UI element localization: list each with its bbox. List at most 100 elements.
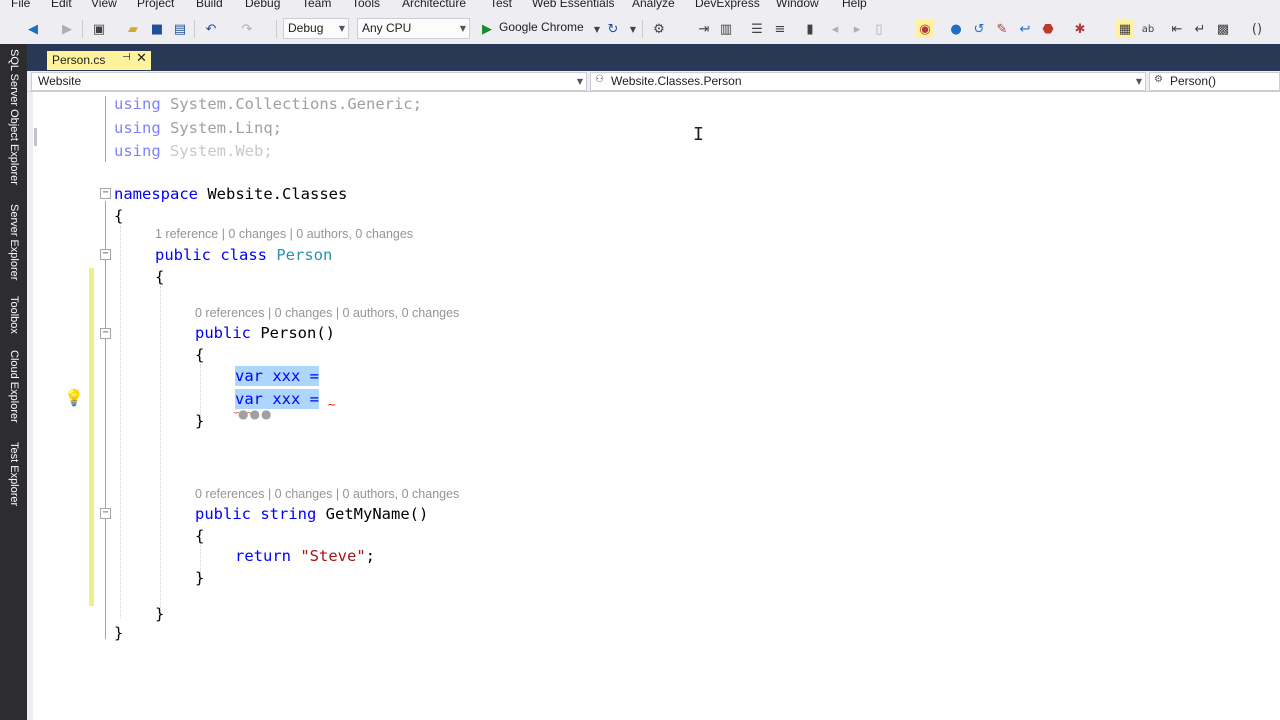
quick-action-dots-icon[interactable]: ●●● (238, 407, 272, 421)
enter-icon[interactable]: ↵ (1191, 20, 1209, 38)
bookmark-icon[interactable]: ▮ (801, 20, 819, 38)
using-line: using System.Web; (114, 141, 273, 161)
class-value: Website.Classes.Person (611, 74, 742, 88)
platform-value: Any CPU (362, 21, 412, 35)
menu-web-essentials[interactable]: Web Essentials (532, 0, 614, 10)
calendar-icon[interactable]: ▩ (1214, 20, 1232, 38)
step-back-icon[interactable]: ↩ (1016, 20, 1034, 38)
outline-icon[interactable]: ▥ (717, 20, 735, 38)
lightbulb-icon[interactable]: 💡 (64, 388, 84, 407)
pin-icon[interactable]: ⊣ (122, 52, 131, 63)
tab-person-cs[interactable]: Person.cs ⊣ ✕ (47, 51, 151, 70)
namespace-keyword: namespace (114, 185, 198, 203)
string-literal: "Steve" (300, 547, 366, 565)
method-keywords: public string (195, 505, 317, 523)
glasses-icon[interactable]: ◉ (916, 20, 934, 38)
collapse-method-icon[interactable]: − (100, 508, 111, 519)
menu-devexpress[interactable]: DevExpress (695, 0, 760, 10)
menu-help[interactable]: Help (842, 0, 867, 10)
diagram-icon[interactable]: ✱ (1071, 20, 1089, 38)
navigate-icon[interactable]: ● (947, 20, 965, 38)
class-name: Person (276, 246, 333, 264)
collapse-class-icon[interactable]: − (100, 249, 111, 260)
solution-tool-icon[interactable]: ⚙ (650, 20, 668, 38)
selected-code-line[interactable]: var xxx = (235, 366, 319, 386)
step-icon[interactable]: ⇥ (695, 20, 713, 38)
class-codelens[interactable]: 1 reference | 0 changes | 0 authors, 0 c… (155, 227, 413, 241)
wrap-icon[interactable]: ⇤ (1168, 20, 1186, 38)
comment-icon[interactable]: ≡ (771, 20, 789, 38)
class-dropdown[interactable]: ⚇ Website.Classes.Person ▼ (590, 72, 1146, 91)
method-name: GetMyName() (325, 505, 429, 523)
platform-dropdown[interactable]: Any CPU ▼ (357, 18, 470, 39)
chevron-down-icon[interactable]: ▼ (624, 20, 642, 38)
redo-icon[interactable]: ↷ (238, 20, 256, 38)
bookmark-next-icon[interactable]: ▸ (848, 20, 866, 38)
class-close-brace: } (155, 605, 165, 623)
menu-team[interactable]: Team (302, 0, 331, 10)
side-tab-cloud-explorer[interactable]: Cloud Explorer (8, 350, 20, 423)
chevron-down-icon: ▼ (1135, 77, 1142, 86)
forward-icon[interactable]: ▶ (58, 20, 76, 38)
side-tab-server-explorer[interactable]: Server Explorer (8, 204, 20, 280)
var-statement: var xxx = (235, 367, 319, 385)
menu-analyze[interactable]: Analyze (632, 0, 675, 10)
save-all-icon[interactable]: ▤ (171, 20, 189, 38)
stop-icon[interactable]: ⬣ (1039, 20, 1057, 38)
standard-toolbar: ◀ ▶ ▣ ▰ ■ ▤ ↶ ↷ Debug ▼ Any CPU ▼ ▶ Goog… (0, 14, 1280, 44)
indent-guide (120, 226, 121, 618)
back-icon[interactable]: ◀ (24, 20, 42, 38)
using-namespace: System.Collections.Generic; (170, 95, 422, 113)
indent-icon[interactable]: ☰ (748, 20, 766, 38)
glyph-margin (33, 92, 56, 720)
format-document-icon[interactable]: ▦ (1116, 20, 1134, 38)
menu-view[interactable]: View (91, 0, 117, 10)
start-icon[interactable]: ▶ (478, 20, 496, 38)
side-tab-sql-server-object-explorer[interactable]: SQL Server Object Explorer (8, 49, 20, 185)
using-keyword: using (114, 119, 161, 137)
menu-window[interactable]: Window (776, 0, 819, 10)
project-dropdown[interactable]: Website ▼ (31, 72, 587, 91)
spell-check-icon[interactable]: ab (1139, 20, 1157, 38)
menu-test[interactable]: Test (490, 0, 512, 10)
member-dropdown[interactable]: ⚙ Person() (1149, 72, 1280, 91)
new-project-icon[interactable]: ▣ (90, 20, 108, 38)
toolbar-separator (82, 20, 83, 38)
collapse-constructor-icon[interactable]: − (100, 328, 111, 339)
close-icon[interactable]: ✕ (136, 51, 147, 66)
menu-build[interactable]: Build (196, 0, 223, 10)
refresh-icon[interactable]: ↻ (604, 20, 622, 38)
menu-debug[interactable]: Debug (245, 0, 280, 10)
save-icon[interactable]: ■ (148, 20, 166, 38)
side-tab-toolbox[interactable]: Toolbox (8, 296, 20, 334)
start-target-label[interactable]: Google Chrome (499, 20, 584, 34)
constructor-codelens[interactable]: 0 references | 0 changes | 0 authors, 0 … (195, 306, 459, 320)
menu-project[interactable]: Project (137, 0, 174, 10)
sync-icon[interactable]: ↺ (970, 20, 988, 38)
side-tab-test-explorer[interactable]: Test Explorer (8, 442, 20, 506)
menu-architecture[interactable]: Architecture (402, 0, 466, 10)
outlining-line (105, 201, 106, 639)
brackets-icon[interactable]: () (1248, 20, 1266, 38)
menu-tools[interactable]: Tools (352, 0, 380, 10)
constructor-declaration: public Person() (195, 323, 335, 343)
member-value: Person() (1170, 74, 1217, 88)
method-declaration: public string GetMyName() (195, 504, 428, 524)
open-icon[interactable]: ▰ (124, 20, 142, 38)
breakpoint-icon[interactable]: ✎ (993, 20, 1011, 38)
collapse-namespace-icon[interactable]: − (100, 188, 111, 199)
bookmark-prev-icon[interactable]: ◂ (826, 20, 844, 38)
bookmark-clear-icon[interactable]: ▯ (870, 20, 888, 38)
using-line: using System.Collections.Generic; (114, 94, 422, 114)
scrollbar-thumb[interactable] (34, 128, 37, 146)
using-line: using System.Linq; (114, 118, 282, 138)
menu-edit[interactable]: Edit (51, 0, 72, 10)
menu-file[interactable]: File (11, 0, 30, 10)
namespace-declaration: namespace Website.Classes (114, 184, 347, 204)
configuration-dropdown[interactable]: Debug ▼ (283, 18, 349, 39)
menu-bar: File Edit View Project Build Debug Team … (0, 0, 1280, 14)
method-codelens[interactable]: 0 references | 0 changes | 0 authors, 0 … (195, 487, 459, 501)
return-keyword: return (235, 547, 291, 565)
using-keyword: using (114, 142, 161, 160)
undo-icon[interactable]: ↶ (202, 20, 220, 38)
